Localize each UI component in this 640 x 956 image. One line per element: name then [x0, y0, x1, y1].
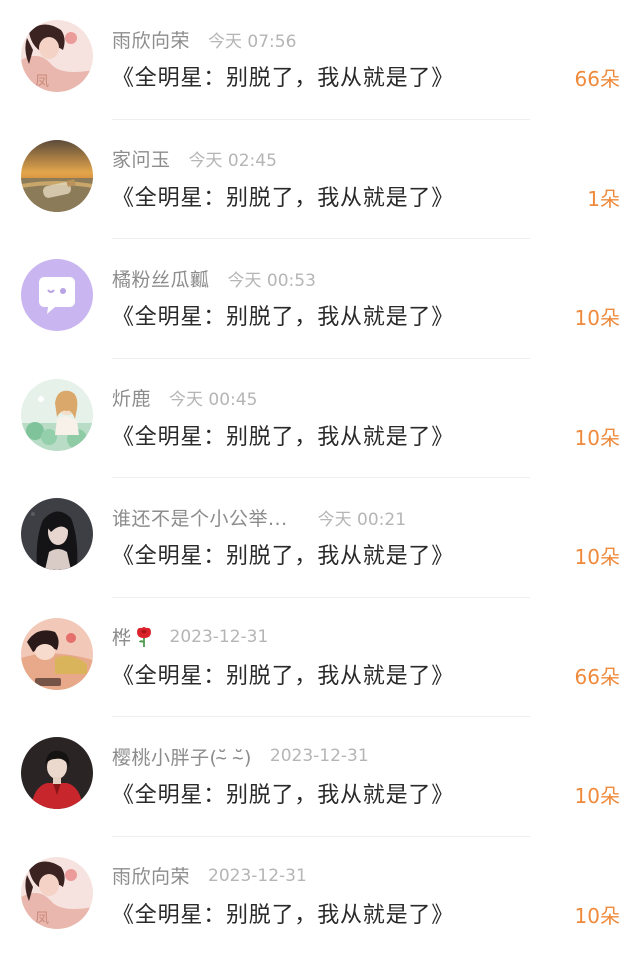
timestamp: 今天 00:45: [169, 385, 257, 410]
timestamp: 今天 02:45: [189, 146, 277, 171]
flower-count: 66朵: [575, 661, 620, 690]
gift-list: 凤 雨欣向荣 今天 07:56 《全明星：别脱了，我从就是了》 66朵: [0, 0, 640, 953]
svg-text:凤: 凤: [35, 911, 49, 927]
timestamp: 今天 00:21: [318, 505, 406, 530]
item-meta: 炘鹿 今天 00:45: [112, 385, 257, 411]
list-item[interactable]: 凤 雨欣向荣 今天 07:56 《全明星：别脱了，我从就是了》 66朵: [0, 0, 640, 120]
avatar[interactable]: [21, 737, 93, 809]
avatar[interactable]: [21, 259, 93, 331]
item-meta: 雨欣向荣 今天 07:56: [112, 26, 296, 52]
list-item[interactable]: 凤 雨欣向荣 2023-12-31 《全明星：别脱了，我从就是了》 10朵: [0, 837, 640, 956]
list-item[interactable]: 桦 2023-12-31 《全明星：别脱了，我从就是了》 66朵: [0, 598, 640, 718]
user-name[interactable]: 樱桃小胖子(˘̴̆ ˘̴̆): [112, 743, 252, 770]
book-title[interactable]: 《全明星：别脱了，我从就是了》: [112, 538, 454, 570]
item-meta: 家问玉 今天 02:45: [112, 146, 277, 172]
user-name[interactable]: 炘鹿: [112, 384, 151, 411]
user-name[interactable]: 雨欣向荣: [112, 26, 190, 53]
timestamp: 2023-12-31: [170, 627, 269, 647]
book-title[interactable]: 《全明星：别脱了，我从就是了》: [112, 897, 454, 929]
book-title[interactable]: 《全明星：别脱了，我从就是了》: [112, 299, 454, 331]
timestamp: 2023-12-31: [270, 746, 369, 766]
timestamp: 今天 00:53: [228, 266, 316, 291]
flower-count: 10朵: [575, 900, 620, 929]
avatar[interactable]: 凤: [21, 857, 93, 929]
timestamp: 2023-12-31: [208, 866, 307, 886]
flower-count: 10朵: [575, 422, 620, 451]
flower-count: 10朵: [575, 302, 620, 331]
avatar[interactable]: [21, 379, 93, 451]
list-item[interactable]: 炘鹿 今天 00:45 《全明星：别脱了，我从就是了》 10朵: [0, 359, 640, 479]
avatar[interactable]: [21, 498, 93, 570]
list-item[interactable]: 樱桃小胖子(˘̴̆ ˘̴̆) 2023-12-31 《全明星：别脱了，我从就是了…: [0, 717, 640, 837]
flower-count: 1朵: [587, 183, 620, 212]
timestamp: 今天 07:56: [208, 27, 296, 52]
user-name[interactable]: 雨欣向荣: [112, 862, 190, 889]
book-title[interactable]: 《全明星：别脱了，我从就是了》: [112, 180, 454, 212]
list-item[interactable]: 橘粉丝瓜瓤 今天 00:53 《全明星：别脱了，我从就是了》 10朵: [0, 239, 640, 359]
item-meta: 桦 2023-12-31: [112, 624, 268, 650]
avatar[interactable]: [21, 140, 93, 212]
flower-count: 10朵: [575, 541, 620, 570]
item-meta: 樱桃小胖子(˘̴̆ ˘̴̆) 2023-12-31: [112, 743, 369, 769]
svg-text:凤: 凤: [35, 74, 49, 90]
rose-icon: [134, 626, 154, 648]
user-name[interactable]: 谁还不是个小公举...: [112, 504, 288, 531]
book-title[interactable]: 《全明星：别脱了，我从就是了》: [112, 658, 454, 690]
item-meta: 雨欣向荣 2023-12-31: [112, 863, 307, 889]
book-title[interactable]: 《全明星：别脱了，我从就是了》: [112, 777, 454, 809]
flower-count: 10朵: [575, 780, 620, 809]
user-name[interactable]: 橘粉丝瓜瓤: [112, 265, 210, 292]
item-meta: 谁还不是个小公举... 今天 00:21: [112, 504, 406, 530]
user-name[interactable]: 桦: [112, 623, 132, 650]
list-item[interactable]: 家问玉 今天 02:45 《全明星：别脱了，我从就是了》 1朵: [0, 120, 640, 240]
book-title[interactable]: 《全明星：别脱了，我从就是了》: [112, 60, 454, 92]
item-meta: 橘粉丝瓜瓤 今天 00:53: [112, 265, 316, 291]
avatar[interactable]: [21, 618, 93, 690]
flower-count: 66朵: [575, 63, 620, 92]
avatar[interactable]: 凤: [21, 20, 93, 92]
user-name[interactable]: 家问玉: [112, 145, 171, 172]
book-title[interactable]: 《全明星：别脱了，我从就是了》: [112, 419, 454, 451]
list-item[interactable]: 谁还不是个小公举... 今天 00:21 《全明星：别脱了，我从就是了》 10朵: [0, 478, 640, 598]
